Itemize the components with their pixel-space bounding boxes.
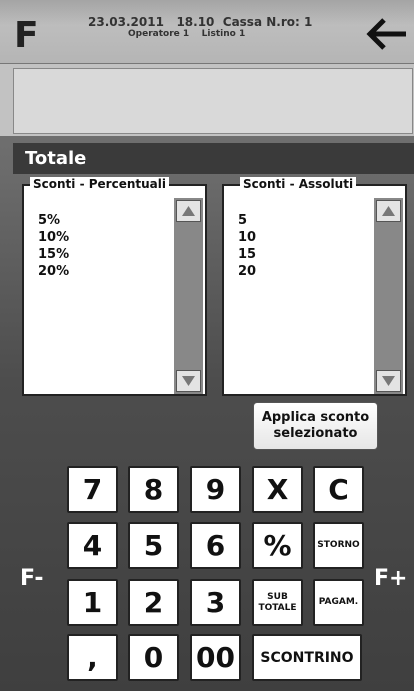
pagam-button[interactable]: PAGAM.: [313, 579, 364, 626]
apply-label-1: Applica sconto: [261, 410, 370, 425]
list-title: Sconti - Percentuali: [30, 177, 169, 191]
datetime-register: 23.03.2011 18.10 Cassa N.ro: 1: [88, 15, 313, 29]
storno-button[interactable]: STORNO: [313, 522, 364, 569]
sconti-percentuali-list[interactable]: Sconti - Percentuali 5% 10% 15% 20%: [22, 177, 207, 396]
f-minus-button[interactable]: F-: [20, 566, 43, 591]
scrollbar[interactable]: [174, 198, 203, 394]
triangle-up-icon: [382, 206, 395, 216]
scroll-down-button[interactable]: [376, 370, 401, 392]
list-item[interactable]: 15: [238, 246, 256, 263]
storno-label: STORNO: [317, 540, 360, 550]
list-item[interactable]: 5%: [38, 212, 69, 229]
key-8[interactable]: 8: [128, 466, 179, 513]
subtotale-label-1: SUB: [267, 591, 288, 602]
back-arrow-icon[interactable]: [366, 17, 408, 51]
header-info: 23.03.2011 18.10 Cassa N.ro: 1 Operatore…: [88, 15, 312, 40]
apply-label-2: selezionato: [273, 426, 358, 441]
key-comma[interactable]: ,: [67, 634, 118, 681]
f-plus-button[interactable]: F+: [374, 566, 407, 591]
list-item[interactable]: 15%: [38, 246, 69, 263]
totale-bar: Totale: [13, 143, 414, 174]
key-9[interactable]: 9: [190, 466, 241, 513]
app-logo[interactable]: F: [14, 18, 39, 54]
key-2[interactable]: 2: [128, 579, 179, 626]
list-items: 5 10 15 20: [238, 212, 256, 280]
list-items: 5% 10% 15% 20%: [38, 212, 69, 280]
scontrino-button[interactable]: SCONTRINO: [252, 634, 362, 681]
scrollbar[interactable]: [374, 198, 403, 394]
list-item[interactable]: 10: [238, 229, 256, 246]
key-percent[interactable]: %: [252, 522, 303, 569]
operator-listino: Operatore 1 Listino 1: [128, 29, 246, 39]
key-7[interactable]: 7: [67, 466, 118, 513]
subtotale-button[interactable]: SUB TOTALE: [252, 579, 303, 626]
scroll-up-button[interactable]: [376, 200, 401, 222]
scroll-up-button[interactable]: [176, 200, 201, 222]
key-multiply[interactable]: X: [252, 466, 303, 513]
key-6[interactable]: 6: [190, 522, 241, 569]
app-window: F 23.03.2011 18.10 Cassa N.ro: 1 Operato…: [0, 0, 414, 691]
triangle-down-icon: [182, 376, 195, 386]
list-title: Sconti - Assoluti: [240, 177, 357, 191]
list-item[interactable]: 20: [238, 263, 256, 280]
key-4[interactable]: 4: [67, 522, 118, 569]
key-5[interactable]: 5: [128, 522, 179, 569]
subtotale-label-2: TOTALE: [258, 602, 297, 613]
triangle-up-icon: [182, 206, 195, 216]
pagam-label: PAGAM.: [318, 597, 359, 607]
apply-discount-button[interactable]: Applica sconto selezionato: [253, 402, 378, 450]
triangle-down-icon: [382, 376, 395, 386]
key-3[interactable]: 3: [190, 579, 241, 626]
list-item[interactable]: 10%: [38, 229, 69, 246]
key-clear[interactable]: C: [313, 466, 364, 513]
sconti-assoluti-list[interactable]: Sconti - Assoluti 5 10 15 20: [222, 177, 407, 396]
list-item[interactable]: 5: [238, 212, 256, 229]
key-1[interactable]: 1: [67, 579, 118, 626]
scroll-down-button[interactable]: [176, 370, 201, 392]
receipt-display: [13, 68, 413, 134]
header-bar: F 23.03.2011 18.10 Cassa N.ro: 1 Operato…: [0, 0, 414, 64]
key-00[interactable]: 00: [190, 634, 241, 681]
key-0[interactable]: 0: [128, 634, 179, 681]
list-item[interactable]: 20%: [38, 263, 69, 280]
